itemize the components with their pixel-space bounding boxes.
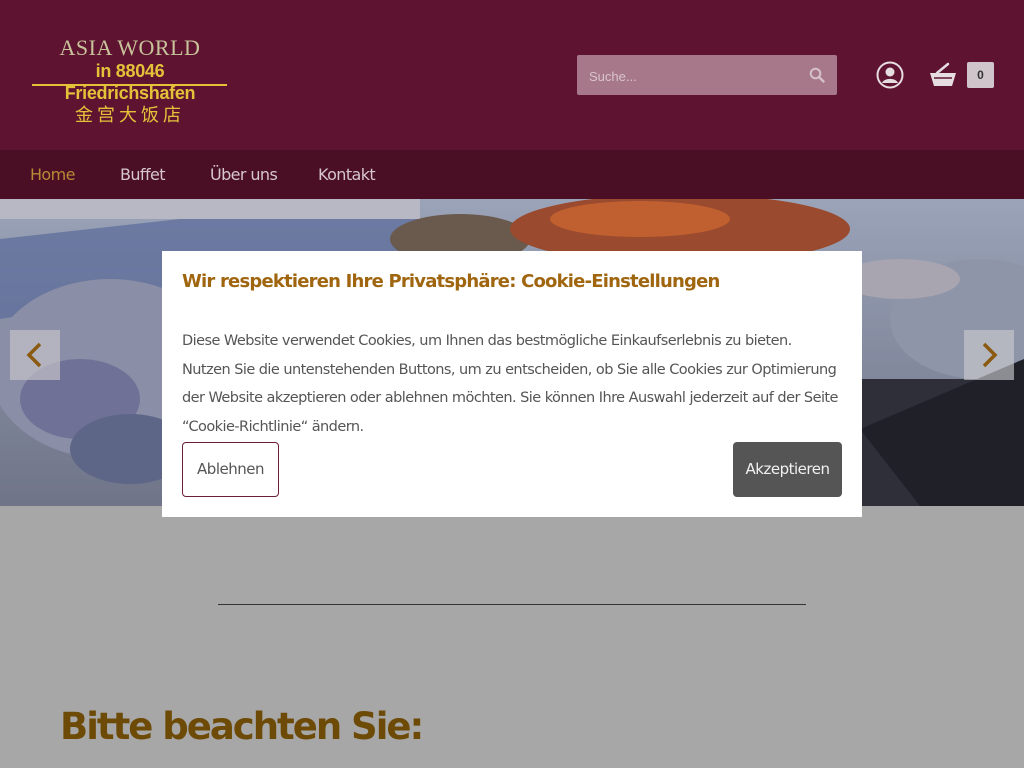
logo-underline <box>32 84 227 86</box>
cookie-consent-dialog: Wir respektieren Ihre Privatsphäre: Cook… <box>162 251 862 517</box>
main-navigation: Home Buffet Über uns Kontakt <box>0 150 1024 199</box>
section-divider <box>218 604 806 605</box>
nav-item-kontakt[interactable]: Kontakt <box>318 150 376 199</box>
user-icon[interactable] <box>876 61 904 89</box>
logo-title: ASIA WORLD <box>59 35 201 60</box>
slider-prev-button[interactable] <box>10 330 60 380</box>
site-logo[interactable]: ASIA WORLD in 88046 Friedrichshafen 金宫大饭… <box>30 35 230 126</box>
decline-cookies-button[interactable]: Ablehnen <box>182 442 279 497</box>
search-icon[interactable] <box>809 67 825 83</box>
cart-count-badge[interactable]: 0 <box>967 62 994 88</box>
nav-item-home[interactable]: Home <box>30 150 75 199</box>
accept-cookies-button[interactable]: Akzeptieren <box>733 442 842 497</box>
slider-next-button[interactable] <box>964 330 1014 380</box>
cookie-dialog-title: Wir respektieren Ihre Privatsphäre: Cook… <box>182 271 720 292</box>
search-box <box>577 55 837 95</box>
logo-location: in 88046 Friedrichshafen <box>64 61 196 103</box>
cookie-dialog-text: Diese Website verwendet Cookies, um Ihne… <box>182 333 838 435</box>
cart-icon[interactable] <box>928 62 958 88</box>
notice-heading: Bitte beachten Sie: <box>60 705 424 748</box>
site-header: ASIA WORLD in 88046 Friedrichshafen 金宫大饭… <box>0 0 1024 150</box>
search-input[interactable] <box>587 63 791 89</box>
logo-chinese-name: 金宫大饭店 <box>75 105 185 126</box>
nav-item-ueber-uns[interactable]: Über uns <box>210 150 278 199</box>
nav-item-buffet[interactable]: Buffet <box>120 150 166 199</box>
